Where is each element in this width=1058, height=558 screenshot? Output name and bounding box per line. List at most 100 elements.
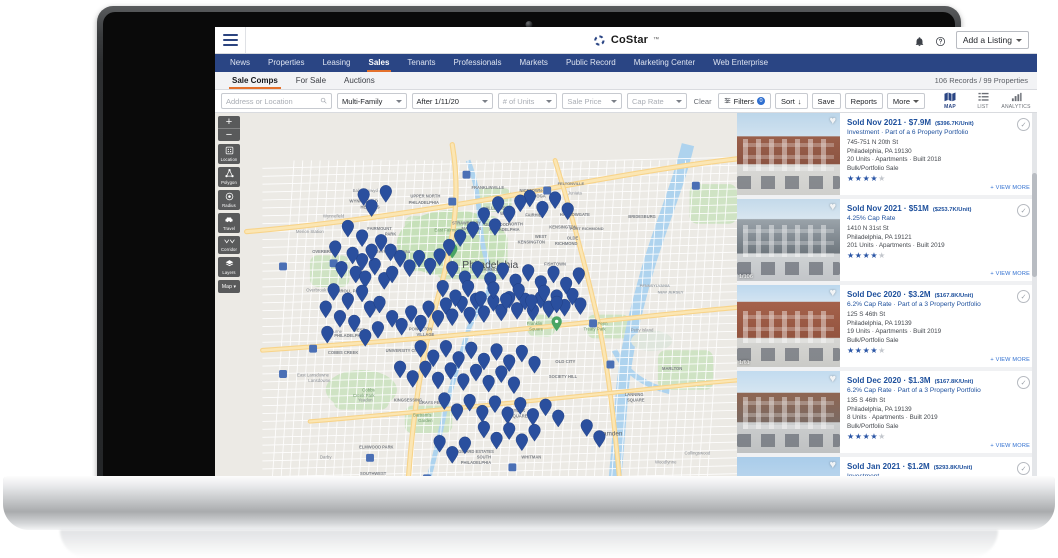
- bell-icon[interactable]: [914, 34, 927, 47]
- listings-scrollbar-thumb[interactable]: [1032, 173, 1037, 277]
- favorite-heart-icon[interactable]: ♥: [829, 202, 836, 213]
- map-label: Overbrook: [306, 288, 327, 293]
- subnav-item-auctions[interactable]: Auctions: [335, 72, 384, 89]
- view-more-link[interactable]: + VIEW MORE: [990, 357, 1030, 363]
- listing-title[interactable]: Sold Dec 2020 · $1.3M ($167.8K/Unit): [847, 376, 1031, 385]
- brand-logo: CoStar ™: [593, 34, 659, 47]
- cap-rate-dropdown[interactable]: Cap Rate: [627, 93, 687, 109]
- listing-photo[interactable]: ♥ 1/106: [737, 199, 840, 281]
- map-icon: [944, 92, 956, 104]
- favorite-heart-icon[interactable]: ♥: [829, 116, 836, 127]
- listing-card[interactable]: ♥ Sold Nov 2021 · $7.9M ($396.7K/Unit) Inve…: [737, 113, 1037, 195]
- listing-address: 745-751 N 20th St: [847, 139, 899, 146]
- save-button[interactable]: Save: [811, 93, 841, 109]
- map-label: PARK: [385, 232, 396, 237]
- map-tool-corridor-label: Corridor: [221, 247, 237, 252]
- favorite-heart-icon[interactable]: ♥: [829, 460, 836, 471]
- nav-item-leasing[interactable]: Leasing: [313, 54, 359, 72]
- zoom-out-button[interactable]: −: [218, 129, 240, 141]
- view-more-link[interactable]: + VIEW MORE: [990, 443, 1030, 449]
- view-tab-list-label: LIST: [977, 104, 989, 110]
- select-check-icon[interactable]: ✓: [1017, 118, 1030, 131]
- reports-button[interactable]: Reports: [844, 93, 883, 109]
- units-placeholder: # of Units: [502, 96, 535, 106]
- sale-price-placeholder: Sale Price: [567, 96, 602, 106]
- property-type-dropdown[interactable]: Multi-Family: [336, 93, 407, 109]
- map-label: Petty Island: [631, 327, 654, 332]
- map-tool-polygon[interactable]: Polygon: [218, 167, 240, 187]
- map-type-label: Map ▾: [221, 284, 237, 290]
- select-check-icon[interactable]: ✓: [1017, 204, 1030, 217]
- view-tab-analytics[interactable]: ANALYTICS: [1001, 92, 1030, 110]
- sort-button[interactable]: Sort ↓: [775, 93, 808, 109]
- filters-count-badge: 0: [757, 97, 766, 105]
- more-button[interactable]: More: [886, 93, 926, 109]
- map-tool-layers[interactable]: Layers: [218, 257, 240, 277]
- help-circle-icon[interactable]: [935, 34, 948, 47]
- subnav-item-for-sale[interactable]: For Sale: [287, 72, 335, 89]
- add-listing-button[interactable]: Add a Listing: [955, 31, 1029, 49]
- listing-card[interactable]: ♥ 1/106 Sold Nov 2021 · $51M ($253.7K/Unit)…: [737, 199, 1037, 281]
- layers-icon: [225, 259, 234, 270]
- nav-item-markets[interactable]: Markets: [510, 54, 556, 72]
- search-input[interactable]: Address or Location: [221, 93, 332, 109]
- view-more-link[interactable]: + VIEW MORE: [990, 271, 1030, 277]
- view-tab-map[interactable]: MAP: [937, 92, 963, 110]
- nav-item-professionals[interactable]: Professionals: [444, 54, 510, 72]
- filters-button[interactable]: Filters 0: [717, 93, 772, 109]
- map-tool-location[interactable]: Location: [218, 144, 240, 164]
- nav-item-properties[interactable]: Properties: [259, 54, 313, 72]
- listing-card[interactable]: ♥ Sold Dec 2020 · $1.3M ($167.8K/Unit) 6.2%…: [737, 371, 1037, 453]
- map-tool-radius[interactable]: Radius: [218, 190, 240, 210]
- map-tool-corridor[interactable]: Corridor: [218, 236, 240, 254]
- map-type-selector[interactable]: Map ▾: [218, 280, 240, 293]
- clear-filters-button[interactable]: Clear: [692, 97, 714, 106]
- favorite-heart-icon[interactable]: ♥: [829, 288, 836, 299]
- listing-title[interactable]: Sold Dec 2020 · $3.2M ($167.8K/Unit): [847, 290, 1031, 299]
- select-check-icon[interactable]: ✓: [1017, 290, 1030, 303]
- listing-card[interactable]: ♥ 1/61 Sold Dec 2020 · $3.2M ($167.8K/Unit)…: [737, 285, 1037, 367]
- map-label: LANNING: [625, 392, 644, 397]
- view-tab-list[interactable]: LIST: [970, 92, 996, 110]
- zoom-in-button[interactable]: +: [218, 116, 240, 129]
- listing-star-rating: ★★★★★: [847, 432, 1031, 441]
- favorite-heart-icon[interactable]: ♥: [829, 374, 836, 385]
- listing-title[interactable]: Sold Nov 2021 · $7.9M ($396.7K/Unit): [847, 118, 1031, 127]
- nav-item-tenants[interactable]: Tenants: [398, 54, 444, 72]
- listing-photo[interactable]: ♥: [737, 113, 840, 195]
- listings-scrollbar-track[interactable]: [1032, 113, 1037, 479]
- listings-panel[interactable]: ♥ Sold Nov 2021 · $7.9M ($396.7K/Unit) Inve…: [737, 113, 1037, 479]
- map-canvas[interactable]: PhiladelphiaWYNNEFIELDHEIGHTSUPPER NORTH…: [215, 113, 737, 479]
- nav-item-news[interactable]: News: [221, 54, 259, 72]
- map-tool-travel[interactable]: Travel: [218, 213, 240, 233]
- listing-sale-type: Bulk/Portfolio Sale: [847, 422, 899, 430]
- view-more-link[interactable]: + VIEW MORE: [990, 185, 1030, 191]
- nav-item-public-record[interactable]: Public Record: [557, 54, 625, 72]
- star-icon: ★: [870, 173, 879, 183]
- hamburger-menu-icon[interactable]: [215, 27, 246, 53]
- nav-item-marketing-center[interactable]: Marketing Center: [625, 54, 704, 72]
- sale-price-dropdown[interactable]: Sale Price: [562, 93, 623, 109]
- laptop-reflection: [60, 530, 998, 558]
- laptop-base: [3, 476, 1055, 530]
- select-check-icon[interactable]: ✓: [1017, 376, 1030, 389]
- listing-unit-details: 20 Units · Apartments · Built 2018: [847, 156, 942, 163]
- select-check-icon[interactable]: ✓: [1017, 462, 1030, 475]
- view-tab-map-label: MAP: [944, 104, 956, 110]
- map-label: Woodlynne: [655, 459, 677, 464]
- nav-item-sales[interactable]: Sales: [360, 54, 399, 72]
- map-zoom-control[interactable]: + −: [218, 116, 240, 141]
- map-label: KINGSESSING: [394, 398, 423, 403]
- listing-title[interactable]: Sold Jan 2021 · $1.2M ($293.8K/Unit): [847, 462, 1031, 471]
- map-label: PHILADELPHIA: [461, 460, 491, 465]
- listing-photo[interactable]: ♥: [737, 371, 840, 453]
- listing-photo[interactable]: ♥ 1/61: [737, 285, 840, 367]
- units-dropdown[interactable]: # of Units: [497, 93, 558, 109]
- date-dropdown[interactable]: After 1/11/20: [411, 93, 493, 109]
- map-panel[interactable]: PhiladelphiaWYNNEFIELDHEIGHTSUPPER NORTH…: [215, 113, 737, 479]
- nav-item-web-enterprise[interactable]: Web Enterprise: [704, 54, 777, 72]
- listing-title[interactable]: Sold Nov 2021 · $51M ($253.7K/Unit): [847, 204, 1031, 213]
- subnav-item-sale-comps[interactable]: Sale Comps: [223, 72, 287, 89]
- photo-street-detail: [737, 176, 840, 189]
- travel-car-icon: [224, 215, 234, 226]
